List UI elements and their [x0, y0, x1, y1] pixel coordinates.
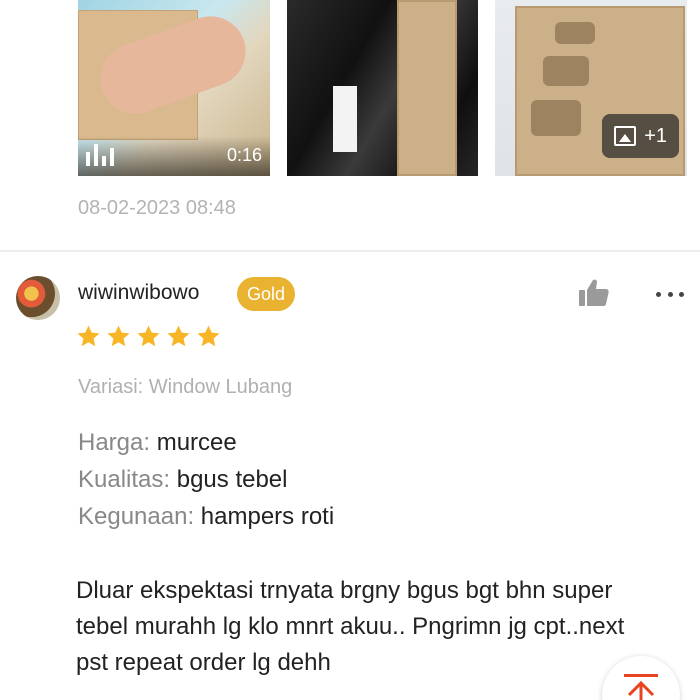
attribute-label: Harga:	[78, 429, 151, 456]
star-icon	[167, 325, 190, 347]
attribute-quality: Kualitas: bgus tebel	[78, 466, 287, 494]
review-divider	[0, 250, 700, 252]
star-icon	[197, 325, 220, 347]
more-images-badge[interactable]: +1	[602, 114, 679, 158]
photo-thumbnail[interactable]	[287, 0, 478, 176]
star-icon	[77, 325, 100, 347]
avatar[interactable]	[16, 276, 60, 320]
review-media-row: 0:16 +1	[78, 0, 687, 176]
attribute-label: Kualitas:	[78, 466, 171, 493]
window-hole	[555, 22, 595, 44]
video-bars-icon	[86, 144, 114, 166]
star-icon	[137, 325, 160, 347]
product-variant: Variasi: Window Lubang	[78, 376, 293, 398]
video-thumbnail[interactable]: 0:16	[78, 0, 270, 176]
reviewer-username[interactable]: wiwinwibowo	[78, 281, 199, 305]
attribute-value: murcee	[150, 429, 237, 456]
star-icon	[107, 325, 130, 347]
attribute-value: hampers roti	[194, 503, 335, 530]
rating-stars	[76, 324, 221, 349]
photo-thumbnail[interactable]: +1	[495, 0, 687, 176]
window-hole	[531, 100, 581, 136]
attribute-usage: Kegunaan: hampers roti	[78, 503, 334, 531]
review-timestamp: 08-02-2023 08:48	[78, 197, 236, 219]
membership-badge: Gold	[237, 277, 296, 311]
attribute-value: bgus tebel	[170, 466, 288, 493]
more-dots-icon[interactable]	[656, 280, 684, 308]
video-duration: 0:16	[226, 145, 262, 165]
label-image-region	[333, 86, 357, 152]
more-images-count: +1	[644, 124, 667, 147]
scroll-to-top-bar	[624, 674, 658, 677]
image-icon	[614, 126, 637, 146]
thumbs-up-icon[interactable]	[578, 278, 610, 308]
scroll-to-top-icon	[627, 680, 655, 700]
cardboard-image-region	[397, 0, 457, 176]
attribute-price: Harga: murcee	[78, 429, 237, 457]
attribute-label: Kegunaan:	[78, 503, 195, 530]
window-hole	[543, 56, 589, 86]
review-body: Dluar ekspektasi trnyata brgny bgus bgt …	[76, 577, 625, 676]
